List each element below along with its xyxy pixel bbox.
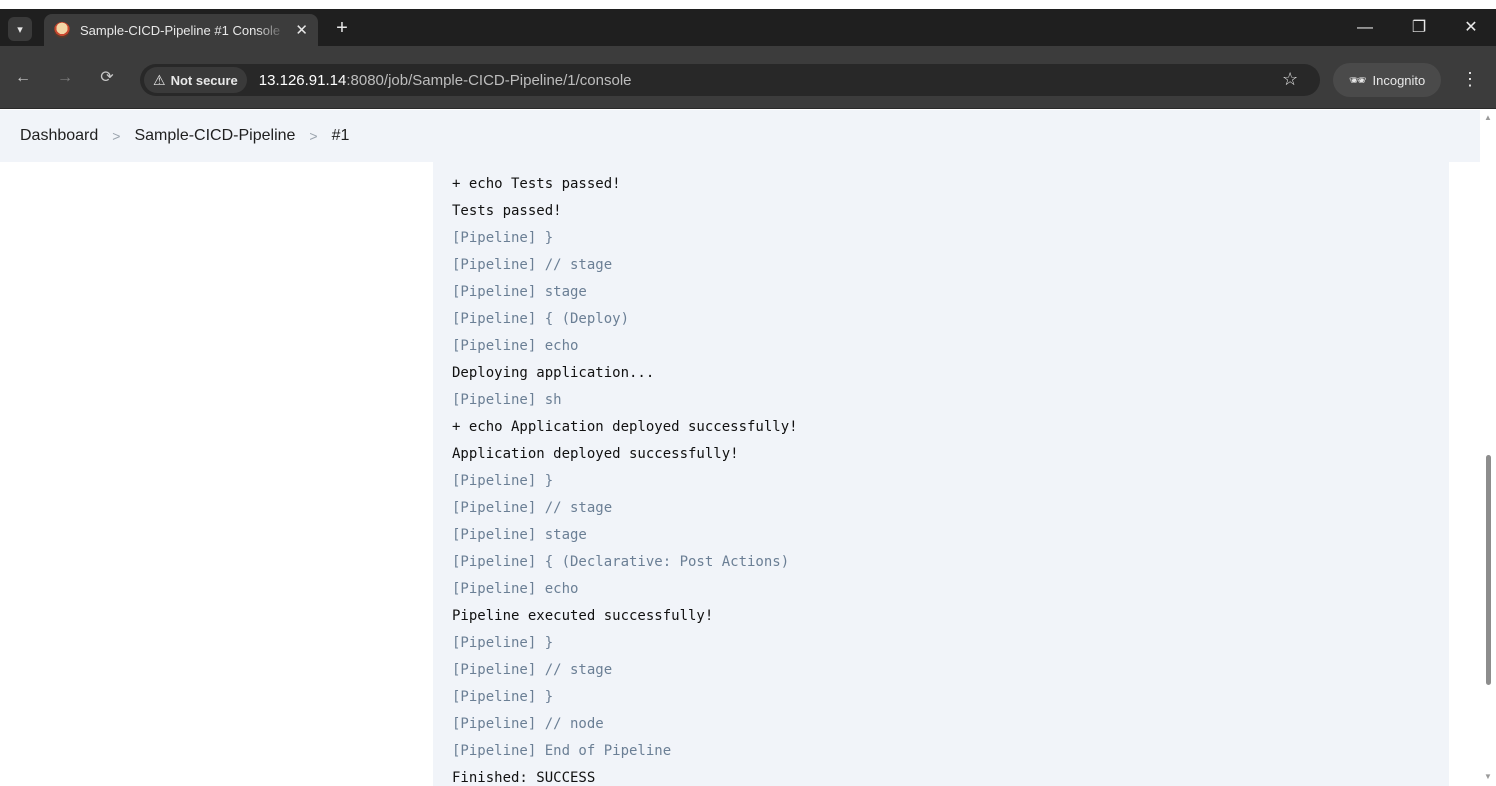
console-pipeline-line: [Pipeline] } [452,635,554,651]
tab-title: Sample-CICD-Pipeline #1 Console [80,22,281,38]
breadcrumb-build[interactable]: #1 [332,127,350,145]
console-output-line: Tests passed! [452,203,562,219]
console-pipeline-line: [Pipeline] sh [452,392,562,408]
console-pipeline-line: [Pipeline] stage [452,284,587,300]
console-pipeline-line: [Pipeline] // stage [452,662,613,678]
tab-strip: ▾ Sample-CICD-Pipeline #1 Console ✕ + — … [0,9,1496,46]
jenkins-page: Dashboard > Sample-CICD-Pipeline > #1 + … [0,110,1496,786]
console-output-line: Finished: SUCCESS [452,770,596,786]
browser-tab[interactable]: Sample-CICD-Pipeline #1 Console ✕ [44,14,318,46]
warning-triangle-icon: ⚠ [153,71,166,88]
incognito-button[interactable]: 🕶 Incognito [1333,63,1441,97]
scroll-up-arrow-icon[interactable]: ▲ [1484,113,1492,122]
console-output-line: Pipeline executed successfully! [452,608,714,624]
new-tab-plus-icon[interactable]: + [330,16,354,40]
scroll-thumb[interactable] [1486,455,1491,685]
tab-close-icon[interactable]: ✕ [295,21,308,39]
back-arrow-icon[interactable]: ← [12,68,34,88]
forward-arrow-icon[interactable]: → [54,68,76,88]
reload-icon[interactable]: ⟳ [96,68,118,88]
omnibox[interactable]: ⚠ Not secure 13.126.91.14:8080/job/Sampl… [140,64,1320,96]
console-pipeline-line: [Pipeline] // node [452,716,604,732]
console-output-line: + echo Application deployed successfully… [452,419,798,435]
scroll-down-arrow-icon[interactable]: ▼ [1484,772,1492,781]
console-pipeline-line: [Pipeline] } [452,473,554,489]
url-host: 13.126.91.14 [258,71,347,89]
address-bar-row: ← → ⟳ ⚠ Not secure 13.126.91.14:8080/job… [0,46,1496,109]
console-pipeline-line: [Pipeline] { (Deploy) [452,311,630,327]
jenkins-favicon-icon [54,22,70,38]
console-output-line: + echo Tests passed! [452,176,621,192]
security-chip[interactable]: ⚠ Not secure [144,67,247,93]
restore-icon[interactable]: ❐ [1404,15,1434,41]
minimize-icon[interactable]: — [1350,15,1380,41]
console-pipeline-line: [Pipeline] } [452,230,554,246]
console-pipeline-line: [Pipeline] // stage [452,257,613,273]
browser-menu-icon[interactable]: ⋮ [1460,67,1480,91]
security-label: Not secure [170,72,238,88]
window-close-icon[interactable]: ✕ [1456,15,1486,41]
console-pipeline-line: [Pipeline] echo [452,581,579,597]
url-text[interactable]: 13.126.91.14:8080/job/Sample-CICD-Pipeli… [259,72,632,89]
breadcrumb-dashboard[interactable]: Dashboard [20,127,98,145]
console-output-line: Deploying application... [452,365,655,381]
breadcrumb-job[interactable]: Sample-CICD-Pipeline [134,127,295,145]
console-pipeline-line: [Pipeline] // stage [452,500,613,516]
bookmark-star-icon[interactable]: ☆ [1282,67,1298,91]
console-pipeline-line: [Pipeline] echo [452,338,579,354]
tab-search-chevron-down-icon[interactable]: ▾ [8,17,32,41]
breadcrumb-chevron-icon: > [112,128,121,144]
console-output-line: Application deployed successfully! [452,446,739,462]
console-pipeline-line: [Pipeline] End of Pipeline [452,743,672,759]
console-output: + echo Tests passed! Tests passed! [Pipeli… [433,162,1449,786]
console-pipeline-line: [Pipeline] } [452,689,554,705]
incognito-label: Incognito [1372,72,1426,88]
page-scrollbar[interactable]: ▲ ▼ [1480,110,1496,786]
incognito-icon: 🕶 [1348,71,1367,88]
top-margin [0,0,1496,9]
console-pipeline-line: [Pipeline] { (Declarative: Post Actions) [452,554,790,570]
console-pipeline-line: [Pipeline] stage [452,527,587,543]
url-path: :8080/job/Sample-CICD-Pipeline/1/console [346,71,632,89]
breadcrumb-chevron-icon: > [309,128,318,144]
breadcrumb: Dashboard > Sample-CICD-Pipeline > #1 [0,110,1480,162]
